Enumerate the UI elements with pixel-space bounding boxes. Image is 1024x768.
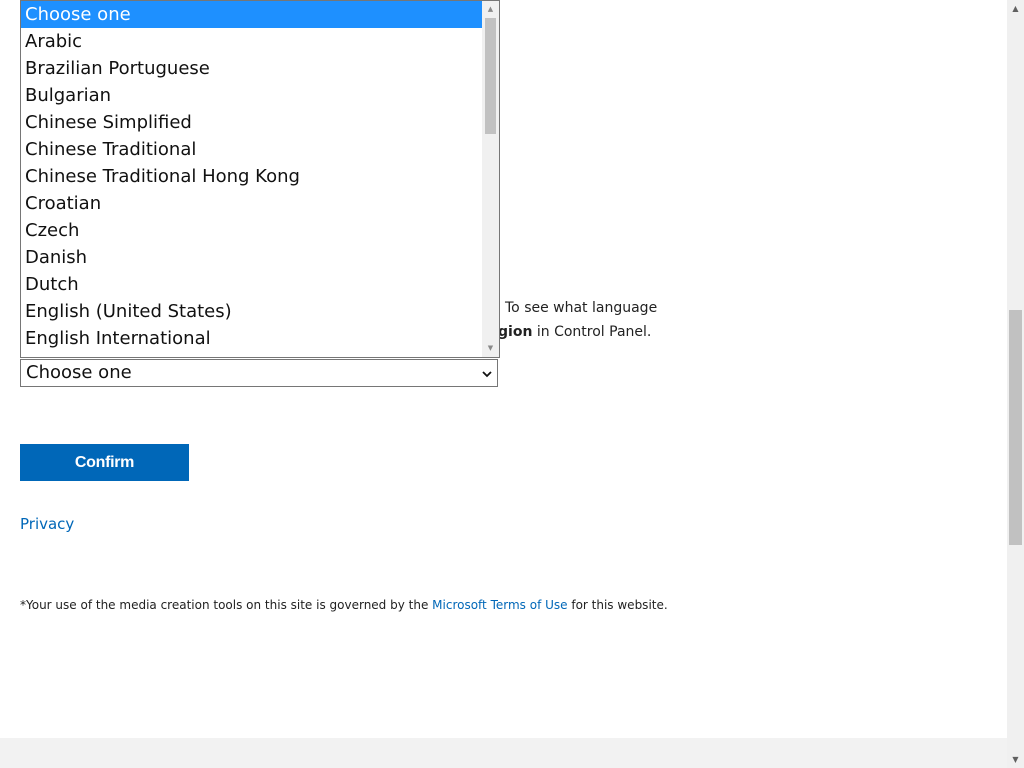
bottom-band [0,738,1007,768]
page-scroll-thumb[interactable] [1009,310,1022,545]
dropdown-option[interactable]: English International [21,325,483,352]
terms-footnote: *Your use of the media creation tools on… [20,598,668,612]
scroll-up-arrow-icon[interactable]: ▲ [482,1,499,18]
dropdown-scrollbar[interactable]: ▲ ▼ [482,1,499,357]
terms-of-use-link[interactable]: Microsoft Terms of Use [432,598,567,612]
page-scroll-up-icon[interactable]: ▲ [1007,0,1024,17]
dropdown-option[interactable]: Choose one [21,1,483,28]
language-select[interactable]: Choose one [20,359,498,387]
dropdown-option[interactable]: English (United States) [21,298,483,325]
scroll-down-arrow-icon[interactable]: ▼ [482,340,499,357]
dropdown-option[interactable]: Chinese Simplified [21,109,483,136]
info-line-2-rest: in Control Panel. [532,324,652,340]
privacy-link[interactable]: Privacy [20,515,74,533]
chevron-down-icon [481,360,493,386]
dropdown-option[interactable]: Chinese Traditional Hong Kong [21,163,483,190]
dropdown-option[interactable]: Czech [21,217,483,244]
language-dropdown-list[interactable]: Choose one Arabic Brazilian Portuguese Bulg… [20,0,500,358]
language-select-value: Choose one [26,362,132,383]
confirm-button[interactable]: Confirm [20,444,189,481]
dropdown-option[interactable]: Bulgarian [21,82,483,109]
dropdown-option[interactable]: Croatian [21,190,483,217]
footnote-text-after: for this website. [567,598,668,612]
page-content: To see what language gion in Control Pan… [0,0,1007,738]
page-scrollbar[interactable]: ▲ ▼ [1007,0,1024,768]
dropdown-option[interactable]: Dutch [21,271,483,298]
page-scroll-down-icon[interactable]: ▼ [1007,751,1024,768]
footnote-text-before: *Your use of the media creation tools on… [20,598,433,612]
dropdown-option[interactable]: Danish [21,244,483,271]
dropdown-option[interactable]: Chinese Traditional [21,136,483,163]
dropdown-scroll-thumb[interactable] [485,18,496,134]
info-bold-fragment: gion [498,324,533,340]
dropdown-option[interactable]: Brazilian Portuguese [21,55,483,82]
dropdown-option[interactable]: Arabic [21,28,483,55]
